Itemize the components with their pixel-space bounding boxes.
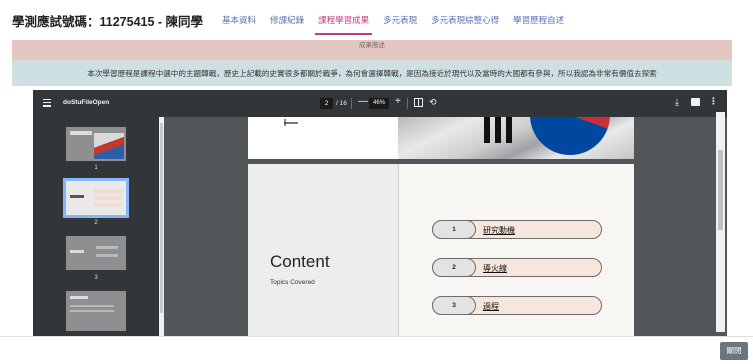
summary-banner: 成果簡述 — [12, 40, 732, 60]
tab-basic-info[interactable]: 基本資料 — [222, 0, 256, 40]
topic-number: 1 — [432, 220, 476, 239]
tab-course-records[interactable]: 修課紀錄 — [270, 0, 304, 40]
topic-item: 1 研究動機 — [432, 220, 602, 239]
zoom-out-button[interactable]: — — [358, 96, 368, 107]
slide-title: Content — [270, 252, 330, 271]
topic-label: 研究動機 — [483, 226, 515, 235]
tab-learning-narrative[interactable]: 學習歷程自述 — [513, 0, 564, 40]
pdf-page-2: Content Topics Covered 1 研究動機 2 導火線 3 過程 — [248, 164, 634, 336]
thumbnail-page-2[interactable] — [63, 178, 129, 218]
tab-course-learning-results[interactable]: 課程學習成果 — [315, 0, 373, 40]
pdf-toolbar: doStuFileOpen 2 / 16 — 46% + ⟲ ⤓ ⋮ — [33, 90, 727, 117]
pdf-title: doStuFileOpen — [63, 99, 110, 106]
tab-diverse-performance-reflection[interactable]: 多元表現綜整心得 — [431, 0, 499, 40]
thumbnail-sidebar: 1 2 3 — [33, 117, 159, 336]
more-options-icon[interactable]: ⋮ — [709, 96, 718, 107]
topic-number: 2 — [432, 258, 476, 277]
modal-footer — [0, 336, 753, 364]
slide-right-panel: 1 研究動機 2 導火線 3 過程 — [398, 164, 634, 336]
thumbnail-number: 2 — [94, 220, 98, 226]
viewer-scrollbar-thumb[interactable] — [718, 150, 723, 230]
zoom-in-button[interactable]: + — [395, 96, 401, 107]
tab-diverse-performance[interactable]: 多元表現 — [383, 0, 417, 40]
thumbnail-number: 1 — [94, 165, 98, 171]
zoom-level-input[interactable]: 46% — [369, 98, 389, 109]
top-nav: 學測應試號碼：11275415 - 陳同學 基本資料 修課紀錄 課程學習成果 多… — [0, 0, 753, 40]
menu-icon[interactable] — [43, 99, 51, 107]
topic-item: 3 過程 — [432, 296, 602, 315]
print-icon[interactable] — [691, 98, 700, 106]
page-total: / 16 — [336, 100, 347, 107]
page-fragment-icon — [284, 119, 298, 126]
toolbar-divider — [407, 98, 408, 109]
topic-number: 3 — [432, 296, 476, 315]
thumbnail-number: 3 — [94, 275, 98, 281]
pdf-page-1 — [248, 117, 634, 159]
slide-subtitle: Topics Covered — [270, 279, 315, 286]
topic-label: 導火線 — [483, 264, 507, 273]
topic-item: 2 導火線 — [432, 258, 602, 277]
portfolio-modal: 學測應試號碼：11275415 - 陳同學 基本資料 修課紀錄 課程學習成果 多… — [0, 0, 753, 364]
pdf-viewer: doStuFileOpen 2 / 16 — 46% + ⟲ ⤓ ⋮ 1 2 3… — [33, 90, 727, 336]
rotate-icon[interactable]: ⟲ — [429, 97, 437, 108]
thumbnail-page-4[interactable] — [66, 291, 126, 331]
thumbnail-page-1[interactable] — [66, 127, 126, 161]
thumbnail-page-3[interactable] — [66, 236, 126, 270]
slide-left-panel: Content Topics Covered — [248, 164, 398, 336]
description-banner: 本次學習歷程是課程中選中的主題韓戰，歷史上記載的史實很多都關於戰爭，為何會選擇韓… — [12, 60, 732, 86]
thumbnail-scrollbar-thumb[interactable] — [160, 123, 163, 313]
close-button[interactable]: 關閉 — [720, 342, 748, 360]
topic-label: 過程 — [483, 302, 499, 311]
toolbar-divider — [351, 98, 352, 109]
student-title: 學測應試號碼：11275415 - 陳同學 — [12, 14, 204, 29]
korean-flag-image — [398, 117, 634, 159]
download-icon[interactable]: ⤓ — [675, 97, 679, 108]
page-number-input[interactable]: 2 — [320, 98, 333, 109]
fit-page-icon[interactable] — [414, 98, 423, 107]
